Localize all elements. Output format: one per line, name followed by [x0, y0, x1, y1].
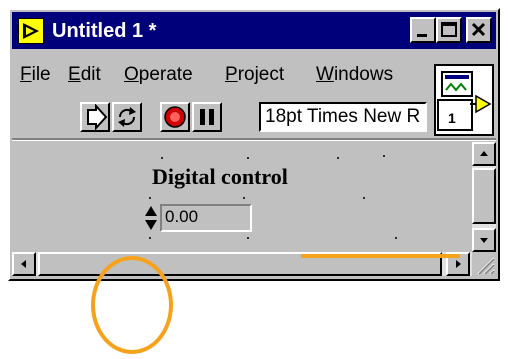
close-button[interactable]: [466, 17, 492, 43]
scroll-right-button[interactable]: [446, 252, 470, 276]
maximize-icon: [441, 22, 457, 37]
vi-icon: [437, 71, 492, 131]
minimize-icon: [417, 34, 427, 37]
scroll-left-icon: [21, 260, 26, 268]
vertical-scroll-thumb[interactable]: [472, 168, 496, 224]
window-title: Untitled 1 *: [52, 20, 157, 42]
menu-edit[interactable]: Edit: [68, 64, 101, 86]
labview-vi-icon: [18, 18, 44, 44]
title-bar[interactable]: Untitled 1 *: [12, 12, 496, 49]
run-arrow-icon: [87, 103, 108, 131]
panel-grid-dots: [149, 155, 397, 239]
minimize-button[interactable]: [410, 17, 436, 43]
menu-file[interactable]: File: [20, 64, 51, 86]
control-label: Digital control: [152, 164, 288, 189]
scroll-left-button[interactable]: [12, 252, 36, 276]
abort-icon: [164, 106, 186, 128]
resize-grip-icon: [477, 257, 495, 275]
digital-control-input[interactable]: 0.00: [160, 204, 252, 232]
horizontal-scroll-thumb[interactable]: [38, 252, 442, 276]
scroll-down-icon: [480, 238, 488, 243]
pause-button[interactable]: [192, 102, 222, 132]
pause-icon: [200, 109, 214, 125]
abort-button[interactable]: [160, 102, 190, 132]
menu-windows[interactable]: Windows: [316, 64, 393, 86]
vi-window: Untitled 1 * File Edit Operate Project W…: [8, 8, 500, 281]
vi-connector-pane[interactable]: 1: [434, 64, 494, 136]
menu-bar: File Edit Operate Project Windows: [12, 58, 430, 90]
scroll-up-button[interactable]: [472, 142, 496, 166]
text-settings-dropdown[interactable]: 18pt Times New R: [259, 102, 427, 132]
maximize-button[interactable]: [436, 17, 462, 43]
menu-project[interactable]: Project: [225, 64, 284, 86]
updown-arrows-icon: [145, 206, 157, 230]
vertical-scrollbar[interactable]: [472, 142, 496, 252]
front-panel[interactable]: Digital control 0.00: [12, 142, 470, 252]
horizontal-scrollbar[interactable]: [12, 252, 472, 276]
connector-terminal-label: 1: [448, 110, 456, 126]
scroll-down-button[interactable]: [472, 228, 496, 252]
run-continuously-button[interactable]: [112, 102, 142, 132]
toolbar: 18pt Times New R: [12, 98, 432, 136]
close-icon: [471, 22, 486, 37]
increment-decrement-arrows[interactable]: [144, 204, 158, 232]
menu-operate[interactable]: Operate: [124, 64, 193, 86]
scroll-up-icon: [480, 151, 488, 156]
run-continuously-icon: [118, 107, 136, 127]
scroll-right-icon: [456, 260, 461, 268]
toolbar-divider: [12, 138, 496, 141]
run-button[interactable]: [80, 102, 110, 132]
resize-grip[interactable]: [472, 252, 496, 276]
